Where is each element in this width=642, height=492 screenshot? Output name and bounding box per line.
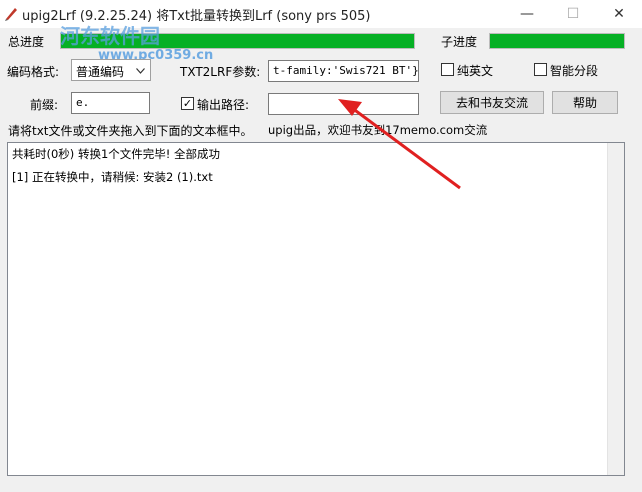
main-progress-label: 总进度: [8, 35, 45, 49]
forum-button[interactable]: 去和书友交流: [440, 91, 544, 114]
pure-english-label: 纯英文: [457, 64, 494, 78]
log-line: 共耗时(0秒) 转换1个文件完毕! 全部成功: [12, 147, 221, 161]
chevron-down-icon: [136, 68, 145, 74]
smart-paragraph-label: 智能分段: [550, 64, 599, 78]
param-label: TXT2LRF参数:: [180, 65, 261, 79]
param-input[interactable]: t-family:'Swis721 BT'}": [268, 60, 419, 82]
minimize-button[interactable]: —: [504, 0, 550, 28]
encoding-value: 普通编码: [76, 65, 125, 79]
sub-progress-fill: [490, 34, 624, 48]
watermark-text: 河东软件园: [60, 24, 160, 48]
smart-paragraph-checkbox[interactable]: [534, 63, 547, 76]
output-path-checkbox[interactable]: ✓: [181, 97, 194, 110]
log-scrollbar[interactable]: [607, 143, 624, 475]
sub-progress-bar: [489, 33, 625, 49]
prefix-label: 前缀:: [30, 98, 59, 112]
prefix-input[interactable]: e.: [71, 92, 150, 114]
encoding-select[interactable]: 普通编码: [71, 59, 151, 81]
output-path-label: 输出路径:: [197, 98, 250, 112]
sub-progress-label: 子进度: [441, 35, 478, 49]
log-textarea[interactable]: 共耗时(0秒) 转换1个文件完毕! 全部成功 [1] 正在转换中，请稍候: 安装…: [7, 142, 625, 476]
checkmark-icon: ✓: [182, 97, 193, 110]
app-icon: [5, 8, 17, 21]
pure-english-checkbox[interactable]: [441, 63, 454, 76]
close-button[interactable]: ✕: [596, 0, 642, 28]
maximize-button[interactable]: ☐: [550, 0, 596, 28]
credit-text: upig出品，欢迎书友到17memo.com交流: [268, 123, 488, 137]
output-path-input[interactable]: [268, 93, 419, 115]
log-line: [1] 正在转换中，请稍候: 安装2 (1).txt: [12, 170, 213, 184]
encoding-label: 编码格式:: [7, 65, 60, 79]
drag-instruction: 请将txt文件或文件夹拖入到下面的文本框中。: [8, 124, 253, 138]
help-button[interactable]: 帮助: [552, 91, 618, 114]
